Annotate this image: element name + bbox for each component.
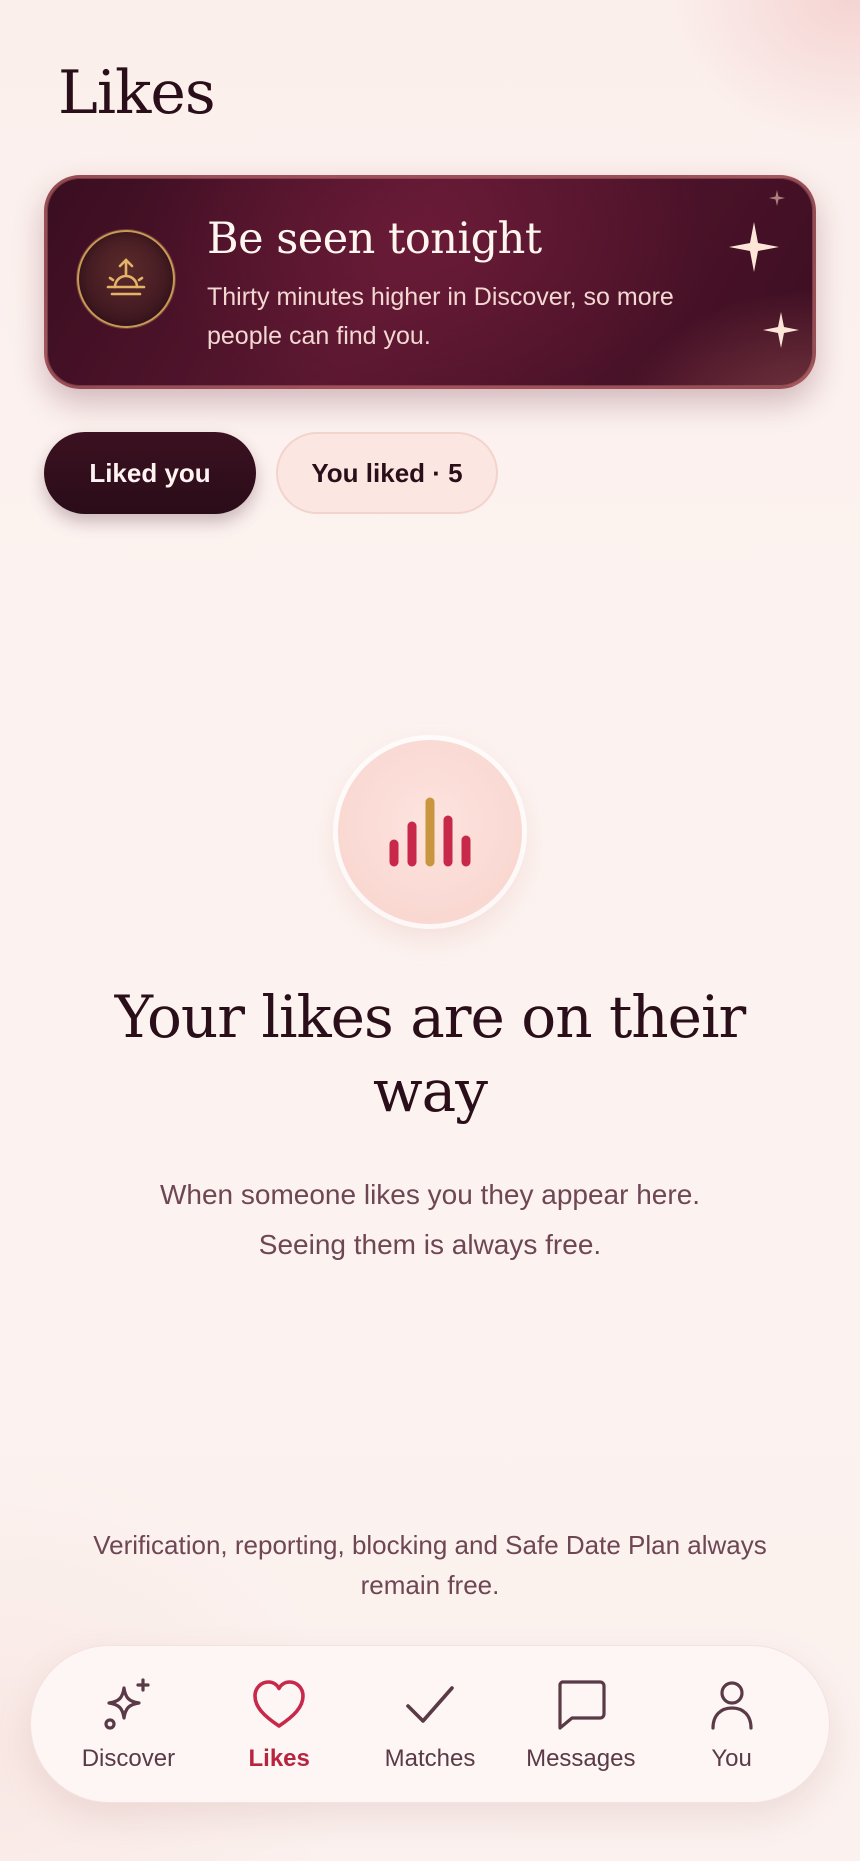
sparkle-decoration-icon <box>763 312 799 348</box>
sparkle-decoration-icon <box>769 190 785 206</box>
boost-banner[interactable]: Be seen tonight Thirty minutes higher in… <box>44 175 816 389</box>
sparkle-decoration-icon <box>729 222 779 272</box>
person-icon <box>702 1675 762 1735</box>
nav-label-likes: Likes <box>248 1745 310 1772</box>
tab-you-liked[interactable]: You liked · 5 <box>276 432 498 514</box>
nav-item-discover[interactable]: Discover <box>58 1675 198 1773</box>
boost-sunrise-icon <box>77 230 175 328</box>
safety-note: Verification, reporting, blocking and Sa… <box>93 1530 767 1600</box>
banner-heading: Be seen tonight <box>207 214 542 264</box>
signal-bars-icon <box>338 740 522 924</box>
chat-bubble-icon <box>551 1675 611 1735</box>
nav-item-likes[interactable]: Likes <box>209 1675 349 1773</box>
empty-state-title: Your likes are on their way <box>114 983 747 1125</box>
tab-liked-you[interactable]: Liked you <box>44 432 256 514</box>
likes-screen: Likes Be seen tonight Thirty minutes hig… <box>0 0 860 1861</box>
sparkle-icon <box>98 1675 158 1735</box>
nav-item-messages[interactable]: Messages <box>511 1675 651 1773</box>
empty-state-text: When someone likes you they appear here.… <box>159 1179 701 1260</box>
nav-label-you: You <box>711 1745 752 1772</box>
nav-item-you[interactable]: You <box>662 1675 802 1773</box>
nav-label-matches: Matches <box>384 1745 476 1772</box>
page-title: Likes <box>58 58 216 128</box>
nav-item-matches[interactable]: Matches <box>360 1675 500 1773</box>
nav-label-messages: Messages <box>526 1745 636 1772</box>
heart-icon <box>249 1675 309 1735</box>
checkmark-icon <box>400 1675 460 1735</box>
banner-body: Thirty minutes higher in Discover, so mo… <box>207 283 674 350</box>
bottom-nav: Discover Likes Matches Messages You <box>30 1645 830 1803</box>
nav-label-discover: Discover <box>81 1745 176 1772</box>
